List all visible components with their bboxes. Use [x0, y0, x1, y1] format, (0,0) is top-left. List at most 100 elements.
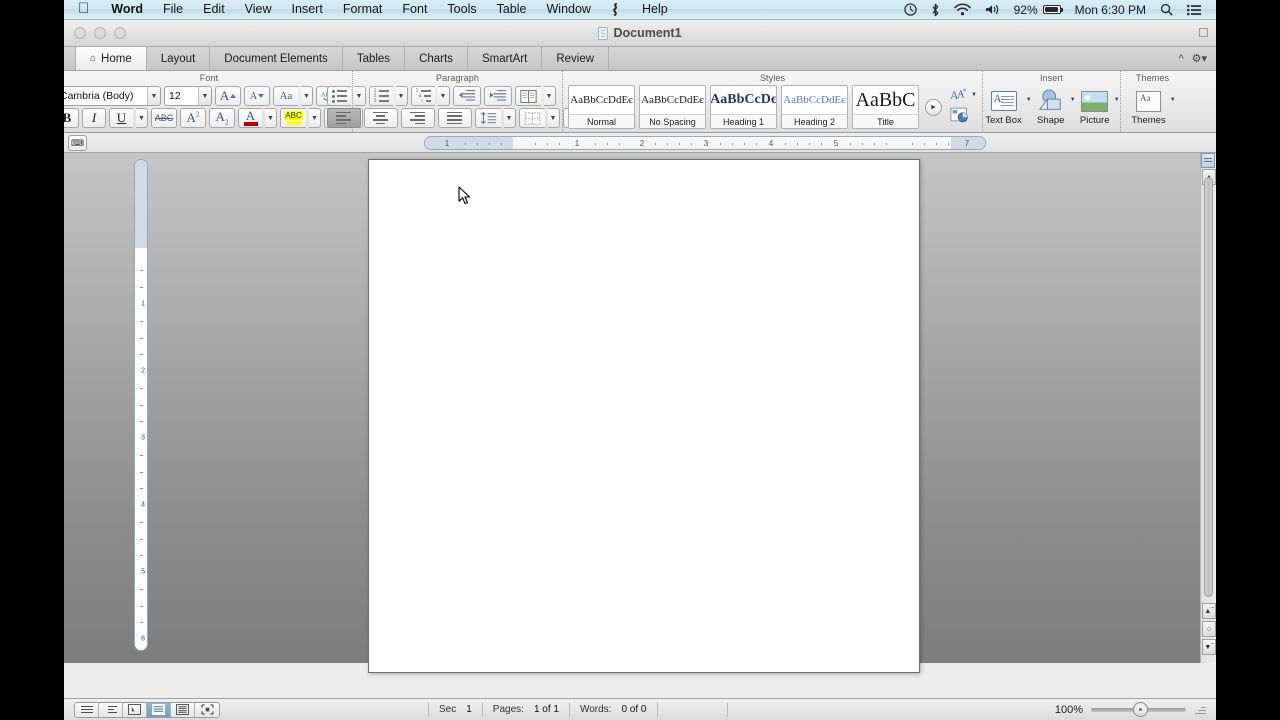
strikethrough-button[interactable]: ABC: [151, 108, 177, 128]
tab-charts[interactable]: Charts: [405, 47, 468, 70]
text-box-button[interactable]: Text Box: [983, 88, 1023, 126]
volume-icon[interactable]: [978, 0, 1007, 19]
style-heading-1[interactable]: AaBbCcDє Heading 1: [710, 85, 778, 129]
font-size-combo[interactable]: 12 ▼: [164, 86, 212, 106]
change-case-caret-icon[interactable]: ▼: [301, 86, 313, 106]
tab-layout[interactable]: Layout: [147, 47, 211, 70]
tab-home[interactable]: ⌂ Home: [75, 47, 147, 70]
tab-smartart[interactable]: SmartArt: [468, 47, 543, 70]
menu-item-font[interactable]: Font: [392, 0, 437, 19]
menu-bar-clock[interactable]: Mon 6:30 PM: [1068, 0, 1153, 19]
next-page-button[interactable]: ▼‾: [1202, 639, 1216, 655]
draft-view-button[interactable]: [75, 702, 99, 717]
menu-item-insert[interactable]: Insert: [282, 0, 333, 19]
menu-item-edit[interactable]: Edit: [193, 0, 235, 19]
italic-button[interactable]: I: [82, 108, 106, 128]
notification-center-icon[interactable]: [1180, 0, 1208, 19]
menu-item-window[interactable]: Window: [537, 0, 601, 19]
vertical-ruler[interactable]: 1 2 3 4 5 6: [134, 159, 148, 651]
tab-tables[interactable]: Tables: [343, 47, 406, 70]
numbered-list-caret-icon[interactable]: ▼: [395, 86, 408, 106]
minimize-button[interactable]: [94, 27, 106, 39]
shape-caret-icon[interactable]: ▼: [1070, 97, 1076, 103]
style-no-spacing[interactable]: AaBbCcDdEє No Spacing: [639, 85, 707, 129]
style-inspector-button[interactable]: [950, 106, 977, 128]
previous-page-button[interactable]: ▲‾: [1202, 603, 1216, 619]
outline-view-button[interactable]: [99, 702, 123, 717]
zoom-button[interactable]: [114, 27, 126, 39]
multilevel-list-caret-icon[interactable]: ▼: [437, 86, 450, 106]
bulleted-list-button[interactable]: [326, 86, 351, 106]
style-heading-2[interactable]: AaBbCcDdEє Heading 2: [781, 85, 849, 129]
themes-caret-icon[interactable]: ▼: [1170, 97, 1176, 103]
change-case-button[interactable]: Aa: [273, 86, 298, 106]
bluetooth-icon[interactable]: [924, 0, 947, 19]
increase-indent-button[interactable]: [483, 86, 512, 106]
menu-item-word[interactable]: Word: [101, 0, 153, 19]
underline-button[interactable]: U: [109, 108, 133, 128]
justify-button[interactable]: [437, 108, 472, 128]
scrollbar-thumb[interactable]: [1204, 177, 1213, 597]
menu-item-table[interactable]: Table: [487, 0, 537, 19]
tab-review[interactable]: Review: [542, 47, 610, 70]
apple-menu-icon[interactable]: : [64, 0, 101, 19]
multilevel-list-button[interactable]: 1 a i: [410, 86, 435, 106]
columns-button[interactable]: [514, 86, 541, 106]
clock-icon[interactable]: [897, 0, 924, 19]
manage-styles-button[interactable]: AA ▼: [950, 87, 977, 103]
print-layout-view-button[interactable]: [147, 702, 171, 717]
collapse-ribbon-icon[interactable]: ^: [1178, 53, 1183, 65]
chevron-down-icon[interactable]: ▼: [198, 87, 211, 105]
close-button[interactable]: [74, 27, 86, 39]
bulleted-list-caret-icon[interactable]: ▼: [353, 86, 366, 106]
decrease-indent-button[interactable]: [452, 86, 481, 106]
wifi-icon[interactable]: [947, 0, 978, 19]
styles-gallery-more-button[interactable]: ►: [925, 98, 943, 116]
vertical-scrollbar[interactable]: ▲ ▲‾ ○ ▼‾: [1200, 153, 1216, 663]
superscript-button[interactable]: A2: [180, 108, 206, 128]
menu-item-format[interactable]: Format: [333, 0, 393, 19]
ribbon-settings-icon[interactable]: ⚙▾: [1192, 52, 1207, 65]
borders-button[interactable]: [518, 108, 545, 128]
publishing-layout-view-button[interactable]: [123, 702, 147, 717]
line-spacing-caret-icon[interactable]: ▼: [503, 108, 516, 128]
bold-button[interactable]: B: [64, 108, 79, 128]
script-menu-icon[interactable]: [601, 0, 632, 19]
subscript-button[interactable]: A2: [209, 108, 235, 128]
resize-grip[interactable]: [1194, 704, 1206, 716]
focus-view-button[interactable]: [195, 702, 219, 717]
highlight-caret-icon[interactable]: ▼: [309, 108, 321, 128]
font-color-caret-icon[interactable]: ▼: [265, 108, 277, 128]
search-icon[interactable]: [1153, 0, 1180, 19]
style-normal[interactable]: AaBbCcDdEє Normal: [568, 85, 636, 129]
tab-document-elements[interactable]: Document Elements: [210, 47, 343, 70]
align-left-button[interactable]: [326, 108, 361, 128]
menu-item-tools[interactable]: Tools: [437, 0, 486, 19]
toolbox-button[interactable]: ⌨: [68, 135, 87, 151]
shape-button[interactable]: Shape: [1034, 88, 1068, 126]
columns-caret-icon[interactable]: ▼: [543, 86, 556, 106]
text-box-caret-icon[interactable]: ▼: [1026, 97, 1032, 103]
menu-item-help[interactable]: Help: [632, 0, 678, 19]
align-right-button[interactable]: [400, 108, 435, 128]
shrink-font-button[interactable]: A: [244, 86, 270, 106]
borders-caret-icon[interactable]: ▼: [547, 108, 560, 128]
chevron-down-icon[interactable]: ▼: [147, 87, 160, 105]
align-center-button[interactable]: [363, 108, 398, 128]
font-color-button[interactable]: A: [238, 108, 262, 128]
picture-caret-icon[interactable]: ▼: [1114, 97, 1120, 103]
toolbar-toggle-button[interactable]: [1197, 26, 1210, 39]
zoom-slider[interactable]: [1091, 701, 1186, 717]
menu-item-file[interactable]: File: [153, 0, 193, 19]
numbered-list-button[interactable]: 1 2 3: [368, 86, 393, 106]
window-title-bar[interactable]: Document1: [64, 20, 1216, 47]
zoom-slider-knob[interactable]: [1132, 701, 1148, 717]
line-spacing-button[interactable]: [474, 108, 501, 128]
menu-item-view[interactable]: View: [235, 0, 282, 19]
select-browse-object-button[interactable]: ○: [1202, 621, 1216, 637]
underline-caret-icon[interactable]: ▼: [136, 108, 148, 128]
horizontal-ruler[interactable]: 1 1 2 3 4 5 7: [424, 136, 986, 150]
picture-button[interactable]: Picture: [1078, 88, 1112, 126]
highlight-button[interactable]: ABC: [280, 108, 306, 128]
themes-button[interactable]: Themes: [1129, 88, 1167, 126]
